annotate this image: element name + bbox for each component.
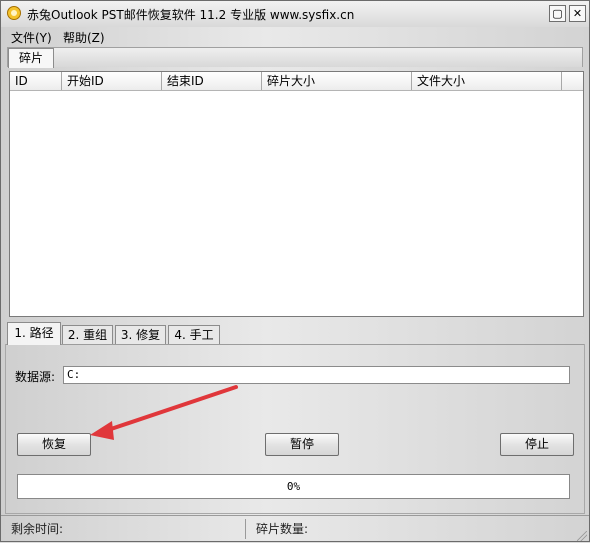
remaining-time-label: 剩余时间: <box>11 522 64 536</box>
window-title: 赤兔Outlook PST邮件恢复软件 11.2 专业版 www.sysfix.… <box>27 8 355 22</box>
data-source-input[interactable]: C: <box>63 366 570 384</box>
tab-path[interactable]: 1. 路径 <box>7 322 61 345</box>
column-header-id[interactable]: ID <box>10 72 62 90</box>
progress-bar: 0% <box>17 474 570 499</box>
resize-grip[interactable] <box>577 531 587 541</box>
title-bar[interactable]: 赤兔Outlook PST邮件恢复软件 11.2 专业版 www.sysfix.… <box>1 1 589 27</box>
column-header-start-id[interactable]: 开始ID <box>62 72 162 90</box>
minimize-button[interactable]: ▢ <box>549 5 566 22</box>
menu-help[interactable]: 帮助(Z) <box>63 29 105 46</box>
column-header-end-id[interactable]: 结束ID <box>162 72 262 90</box>
tab-repair[interactable]: 3. 修复 <box>115 325 166 344</box>
column-header-fragment-size[interactable]: 碎片大小 <box>262 72 412 90</box>
pause-button[interactable]: 暂停 <box>265 433 339 456</box>
fragment-tabstrip <box>7 47 583 67</box>
tab-reassemble[interactable]: 2. 重组 <box>62 325 113 344</box>
close-button[interactable]: ✕ <box>569 5 586 22</box>
app-window: 赤兔Outlook PST邮件恢复软件 11.2 专业版 www.sysfix.… <box>0 0 590 542</box>
menu-file[interactable]: 文件(Y) <box>11 29 52 46</box>
tab-manual[interactable]: 4. 手工 <box>168 325 220 344</box>
recover-button[interactable]: 恢复 <box>17 433 91 456</box>
app-logo-icon <box>7 6 21 20</box>
progress-text: 0% <box>286 480 301 493</box>
column-header-file-size[interactable]: 文件大小 <box>412 72 562 90</box>
stop-button[interactable]: 停止 <box>500 433 574 456</box>
data-source-label: 数据源: <box>15 370 56 384</box>
tab-fragments[interactable]: 碎片 <box>8 48 54 68</box>
table-header: ID 开始ID 结束ID 碎片大小 文件大小 <box>10 72 583 91</box>
status-bar: 剩余时间: 碎片数量: <box>1 515 589 543</box>
fragment-count-label: 碎片数量: <box>256 522 309 536</box>
menu-bar: 文件(Y) 帮助(Z) <box>1 27 589 45</box>
fragment-table[interactable]: ID 开始ID 结束ID 碎片大小 文件大小 <box>9 71 584 317</box>
